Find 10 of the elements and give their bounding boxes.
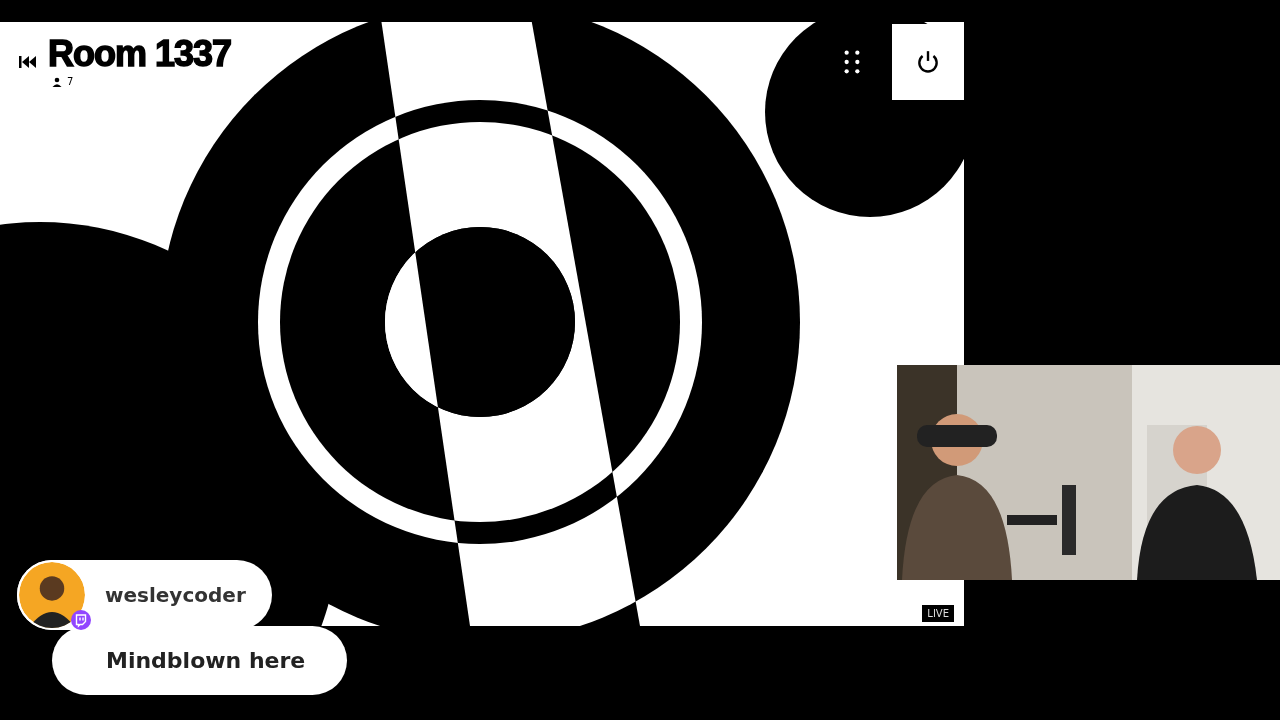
grid-menu-icon[interactable] [844, 50, 860, 74]
power-icon [915, 49, 941, 75]
chat-message: Mindblown here [52, 626, 348, 695]
chat-username: wesleycoder [105, 583, 246, 607]
viewer-count: 7 [67, 76, 74, 87]
person-icon [52, 76, 62, 87]
room-title: Room 1337 [48, 34, 232, 74]
rewind-icon[interactable] [18, 54, 38, 70]
power-button[interactable] [892, 24, 964, 100]
live-label: LIVE [922, 605, 954, 622]
